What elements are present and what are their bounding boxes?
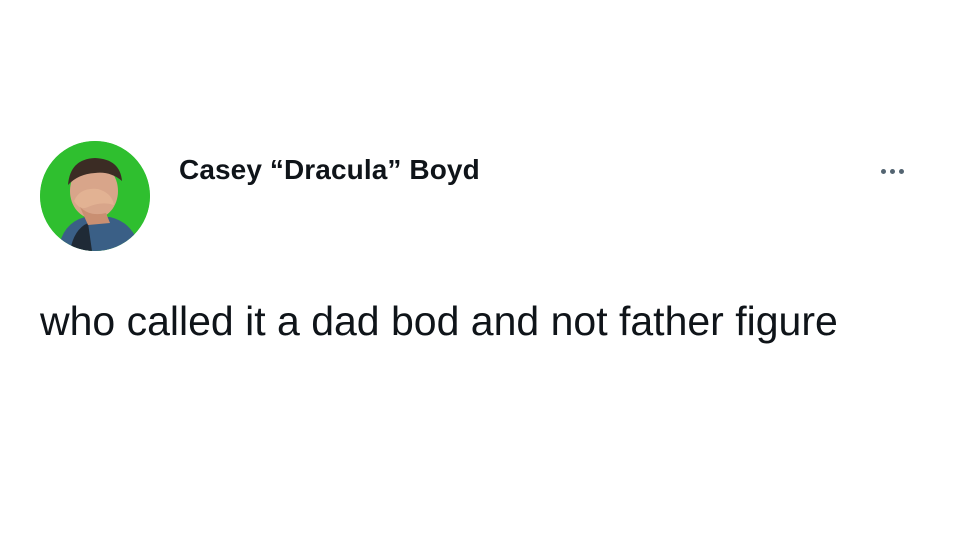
more-options-button[interactable] bbox=[872, 156, 912, 186]
tweet-card: Casey “Dracula” Boyd who called it a dad… bbox=[0, 0, 953, 540]
tweet-text: who called it a dad bod and not father f… bbox=[40, 298, 838, 344]
person-facepalm-avatar-icon bbox=[40, 141, 150, 251]
more-horizontal-icon bbox=[889, 168, 895, 174]
more-horizontal-icon bbox=[898, 168, 904, 174]
more-horizontal-icon bbox=[880, 168, 886, 174]
avatar[interactable] bbox=[40, 141, 150, 251]
author-display-name[interactable]: Casey “Dracula” Boyd bbox=[179, 154, 480, 186]
